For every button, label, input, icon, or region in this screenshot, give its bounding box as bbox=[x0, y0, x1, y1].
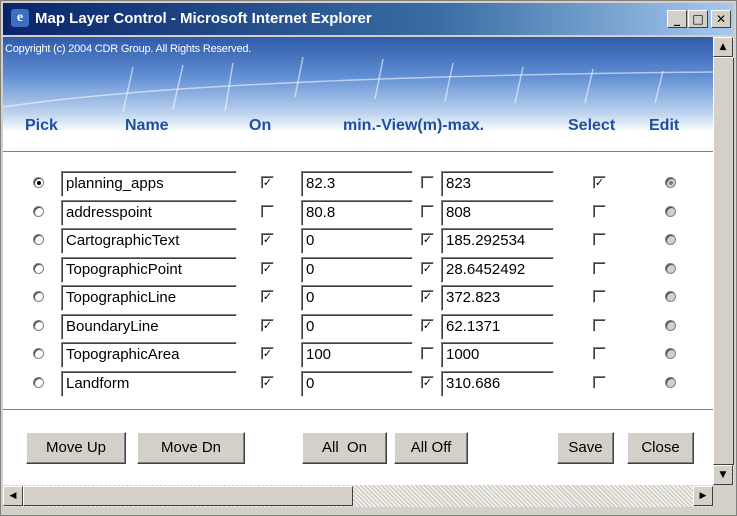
max-view-checkbox[interactable]: ✓ bbox=[421, 319, 434, 332]
layer-name-field[interactable]: BoundaryLine bbox=[61, 314, 237, 340]
save-button[interactable]: Save bbox=[557, 432, 614, 464]
edit-radio[interactable] bbox=[665, 206, 676, 217]
layer-name-field[interactable]: addresspoint bbox=[61, 200, 237, 226]
select-checkbox[interactable] bbox=[593, 347, 606, 360]
min-view-field[interactable]: 0 bbox=[301, 257, 413, 283]
layer-on-checkbox[interactable]: ✓ bbox=[261, 290, 274, 303]
max-view-checkbox[interactable]: ✓ bbox=[421, 376, 434, 389]
max-view-field[interactable]: 310.686 bbox=[441, 371, 554, 397]
select-checkbox[interactable] bbox=[593, 290, 606, 303]
min-view-field[interactable]: 82.3 bbox=[301, 171, 413, 197]
pick-radio[interactable] bbox=[33, 234, 44, 245]
pick-radio[interactable] bbox=[33, 377, 44, 388]
edit-radio[interactable] bbox=[665, 234, 676, 245]
edit-radio[interactable] bbox=[665, 291, 676, 302]
close-button[interactable]: Close bbox=[627, 432, 694, 464]
horizontal-scroll-thumb[interactable] bbox=[23, 486, 353, 506]
max-view-checkbox[interactable]: ✓ bbox=[421, 290, 434, 303]
pick-radio[interactable] bbox=[33, 177, 44, 188]
top-separator bbox=[3, 151, 713, 153]
layer-name-field[interactable]: TopographicLine bbox=[61, 285, 237, 311]
bottom-separator bbox=[3, 409, 713, 411]
max-view-field[interactable]: 823 bbox=[441, 171, 554, 197]
max-view-field[interactable]: 62.1371 bbox=[441, 314, 554, 340]
scroll-right-icon[interactable]: ▶ bbox=[693, 486, 713, 506]
edit-radio[interactable] bbox=[665, 348, 676, 359]
edit-radio[interactable] bbox=[665, 263, 676, 274]
header-select: Select bbox=[568, 117, 616, 134]
max-view-field[interactable]: 28.6452492 bbox=[441, 257, 554, 283]
max-view-checkbox[interactable] bbox=[421, 347, 434, 360]
layer-name-field[interactable]: TopographicPoint bbox=[61, 257, 237, 283]
header-view-range: min.-View(m)-max. bbox=[343, 117, 485, 134]
max-view-field[interactable]: 1000 bbox=[441, 342, 554, 368]
max-view-field[interactable]: 808 bbox=[441, 200, 554, 226]
move-down-button[interactable]: Move Dn bbox=[137, 432, 245, 464]
horizontal-scrollbar[interactable]: ◀ ▶ bbox=[3, 485, 713, 507]
layer-on-checkbox[interactable]: ✓ bbox=[261, 376, 274, 389]
page-content: Copyright (c) 2004 CDR Group. All Rights… bbox=[3, 37, 713, 485]
select-checkbox[interactable] bbox=[593, 205, 606, 218]
pick-radio[interactable] bbox=[33, 348, 44, 359]
header-edit: Edit bbox=[649, 117, 680, 134]
vertical-scrollbar[interactable]: ▲ ▼ bbox=[713, 37, 734, 485]
layer-name-field[interactable]: Landform bbox=[61, 371, 237, 397]
edit-radio[interactable] bbox=[665, 320, 676, 331]
min-view-field[interactable]: 80.8 bbox=[301, 200, 413, 226]
window-title: Map Layer Control - Microsoft Internet E… bbox=[35, 10, 372, 27]
select-checkbox[interactable] bbox=[593, 262, 606, 275]
select-checkbox[interactable] bbox=[593, 233, 606, 246]
min-view-field[interactable]: 0 bbox=[301, 371, 413, 397]
header-on: On bbox=[249, 117, 272, 134]
edit-radio[interactable] bbox=[665, 377, 676, 388]
scroll-up-icon[interactable]: ▲ bbox=[713, 37, 733, 57]
layer-on-checkbox[interactable]: ✓ bbox=[261, 347, 274, 360]
min-view-field[interactable]: 0 bbox=[301, 285, 413, 311]
layer-on-checkbox[interactable]: ✓ bbox=[261, 233, 274, 246]
layer-on-checkbox[interactable] bbox=[261, 205, 274, 218]
move-up-button[interactable]: Move Up bbox=[26, 432, 126, 464]
min-view-field[interactable]: 100 bbox=[301, 342, 413, 368]
header-pick: Pick bbox=[25, 117, 58, 134]
minimize-button[interactable]: _ bbox=[667, 10, 687, 28]
select-checkbox[interactable]: ✓ bbox=[593, 176, 606, 189]
scroll-left-icon[interactable]: ◀ bbox=[3, 486, 23, 506]
max-view-field[interactable]: 372.823 bbox=[441, 285, 554, 311]
all-on-button[interactable]: All On bbox=[302, 432, 387, 464]
pick-radio[interactable] bbox=[33, 206, 44, 217]
edit-radio[interactable] bbox=[665, 177, 676, 188]
pick-radio[interactable] bbox=[33, 291, 44, 302]
max-view-checkbox[interactable] bbox=[421, 205, 434, 218]
browser-window: e Map Layer Control - Microsoft Internet… bbox=[0, 0, 737, 516]
max-view-field[interactable]: 185.292534 bbox=[441, 228, 554, 254]
close-window-button[interactable]: ✕ bbox=[711, 10, 731, 28]
title-bar[interactable]: e Map Layer Control - Microsoft Internet… bbox=[3, 3, 734, 35]
min-view-field[interactable]: 0 bbox=[301, 228, 413, 254]
layer-name-field[interactable]: CartographicText bbox=[61, 228, 237, 254]
select-checkbox[interactable] bbox=[593, 376, 606, 389]
pick-radio[interactable] bbox=[33, 320, 44, 331]
max-view-checkbox[interactable]: ✓ bbox=[421, 262, 434, 275]
layer-on-checkbox[interactable]: ✓ bbox=[261, 319, 274, 332]
min-view-field[interactable]: 0 bbox=[301, 314, 413, 340]
max-view-checkbox[interactable]: ✓ bbox=[421, 233, 434, 246]
pick-radio[interactable] bbox=[33, 263, 44, 274]
layer-name-field[interactable]: TopographicArea bbox=[61, 342, 237, 368]
copyright-text: Copyright (c) 2004 CDR Group. All Rights… bbox=[5, 43, 252, 55]
header-name: Name bbox=[125, 117, 169, 134]
select-checkbox[interactable] bbox=[593, 319, 606, 332]
ie-icon: e bbox=[11, 9, 29, 27]
layer-name-field[interactable]: planning_apps bbox=[61, 171, 237, 197]
layer-on-checkbox[interactable]: ✓ bbox=[261, 176, 274, 189]
scroll-down-icon[interactable]: ▼ bbox=[713, 465, 733, 485]
layer-on-checkbox[interactable]: ✓ bbox=[261, 262, 274, 275]
maximize-button[interactable]: □ bbox=[688, 10, 708, 28]
max-view-checkbox[interactable] bbox=[421, 176, 434, 189]
all-off-button[interactable]: All Off bbox=[394, 432, 468, 464]
vertical-scroll-thumb[interactable] bbox=[713, 57, 734, 465]
